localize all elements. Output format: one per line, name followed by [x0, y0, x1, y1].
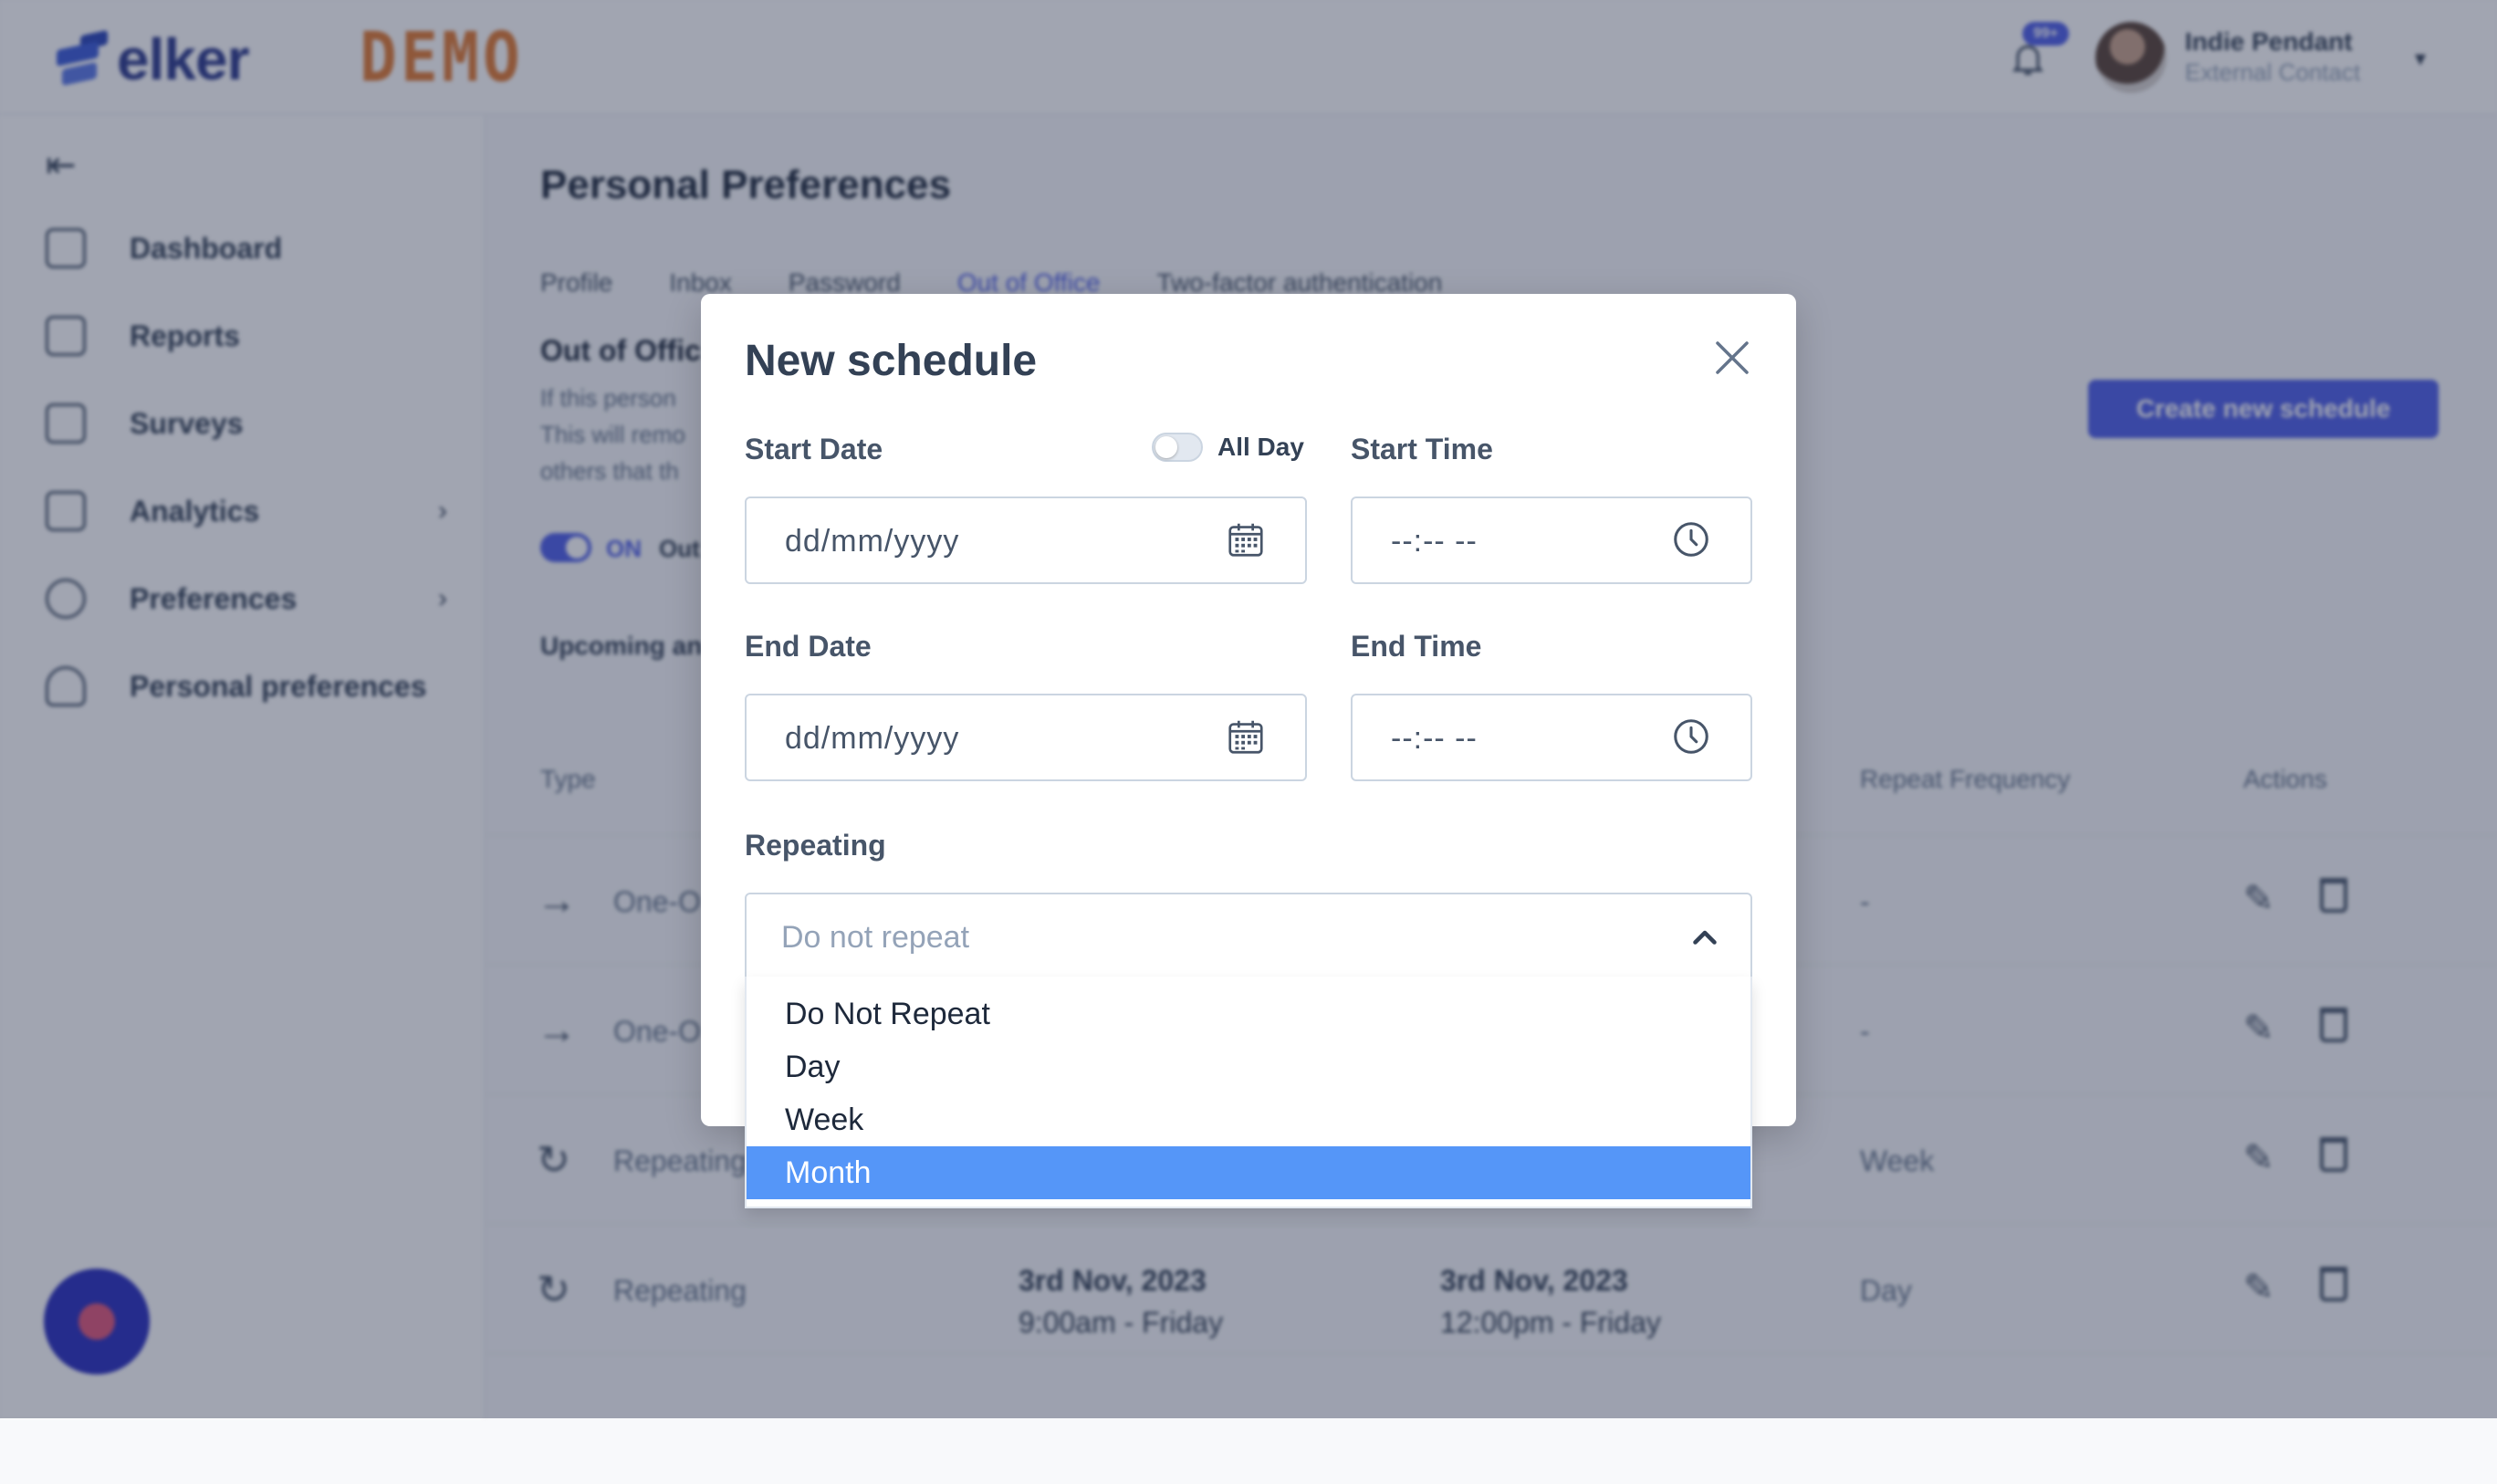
end-date-value: dd/mm/yyyy	[785, 721, 960, 756]
repeating-label: Repeating	[745, 829, 886, 862]
end-time-input[interactable]: --:-- --	[1351, 694, 1752, 781]
option-day[interactable]: Day	[747, 1040, 1750, 1093]
start-time-value: --:-- --	[1391, 524, 1478, 559]
start-time-label: Start Time	[1351, 433, 1493, 465]
option-do-not-repeat[interactable]: Do Not Repeat	[747, 988, 1750, 1040]
start-date-value: dd/mm/yyyy	[785, 524, 960, 559]
end-date-label: End Date	[745, 630, 872, 663]
end-time-label: End Time	[1351, 630, 1482, 663]
close-icon[interactable]	[1710, 336, 1754, 380]
calendar-icon[interactable]	[1225, 518, 1267, 560]
repeating-select[interactable]: Do not repeat	[745, 893, 1752, 980]
start-date-input[interactable]: dd/mm/yyyy	[745, 496, 1307, 584]
clock-icon[interactable]	[1670, 518, 1712, 560]
calendar-icon[interactable]	[1225, 716, 1267, 758]
dialog-title: New schedule	[745, 337, 1038, 385]
repeating-select-value: Do not repeat	[781, 920, 970, 955]
repeating-dropdown-menu: Do Not Repeat Day Week Month	[745, 977, 1752, 1208]
end-date-input[interactable]: dd/mm/yyyy	[745, 694, 1307, 781]
all-day-label: All Day	[1217, 433, 1304, 461]
option-month[interactable]: Month	[747, 1146, 1750, 1199]
clock-icon[interactable]	[1670, 716, 1712, 758]
start-date-label: Start Date	[745, 433, 883, 465]
end-time-value: --:-- --	[1391, 721, 1478, 756]
all-day-toggle[interactable]	[1152, 433, 1203, 462]
chevron-up-icon[interactable]	[1688, 922, 1721, 955]
start-time-input[interactable]: --:-- --	[1351, 496, 1752, 584]
option-week[interactable]: Week	[747, 1093, 1750, 1146]
